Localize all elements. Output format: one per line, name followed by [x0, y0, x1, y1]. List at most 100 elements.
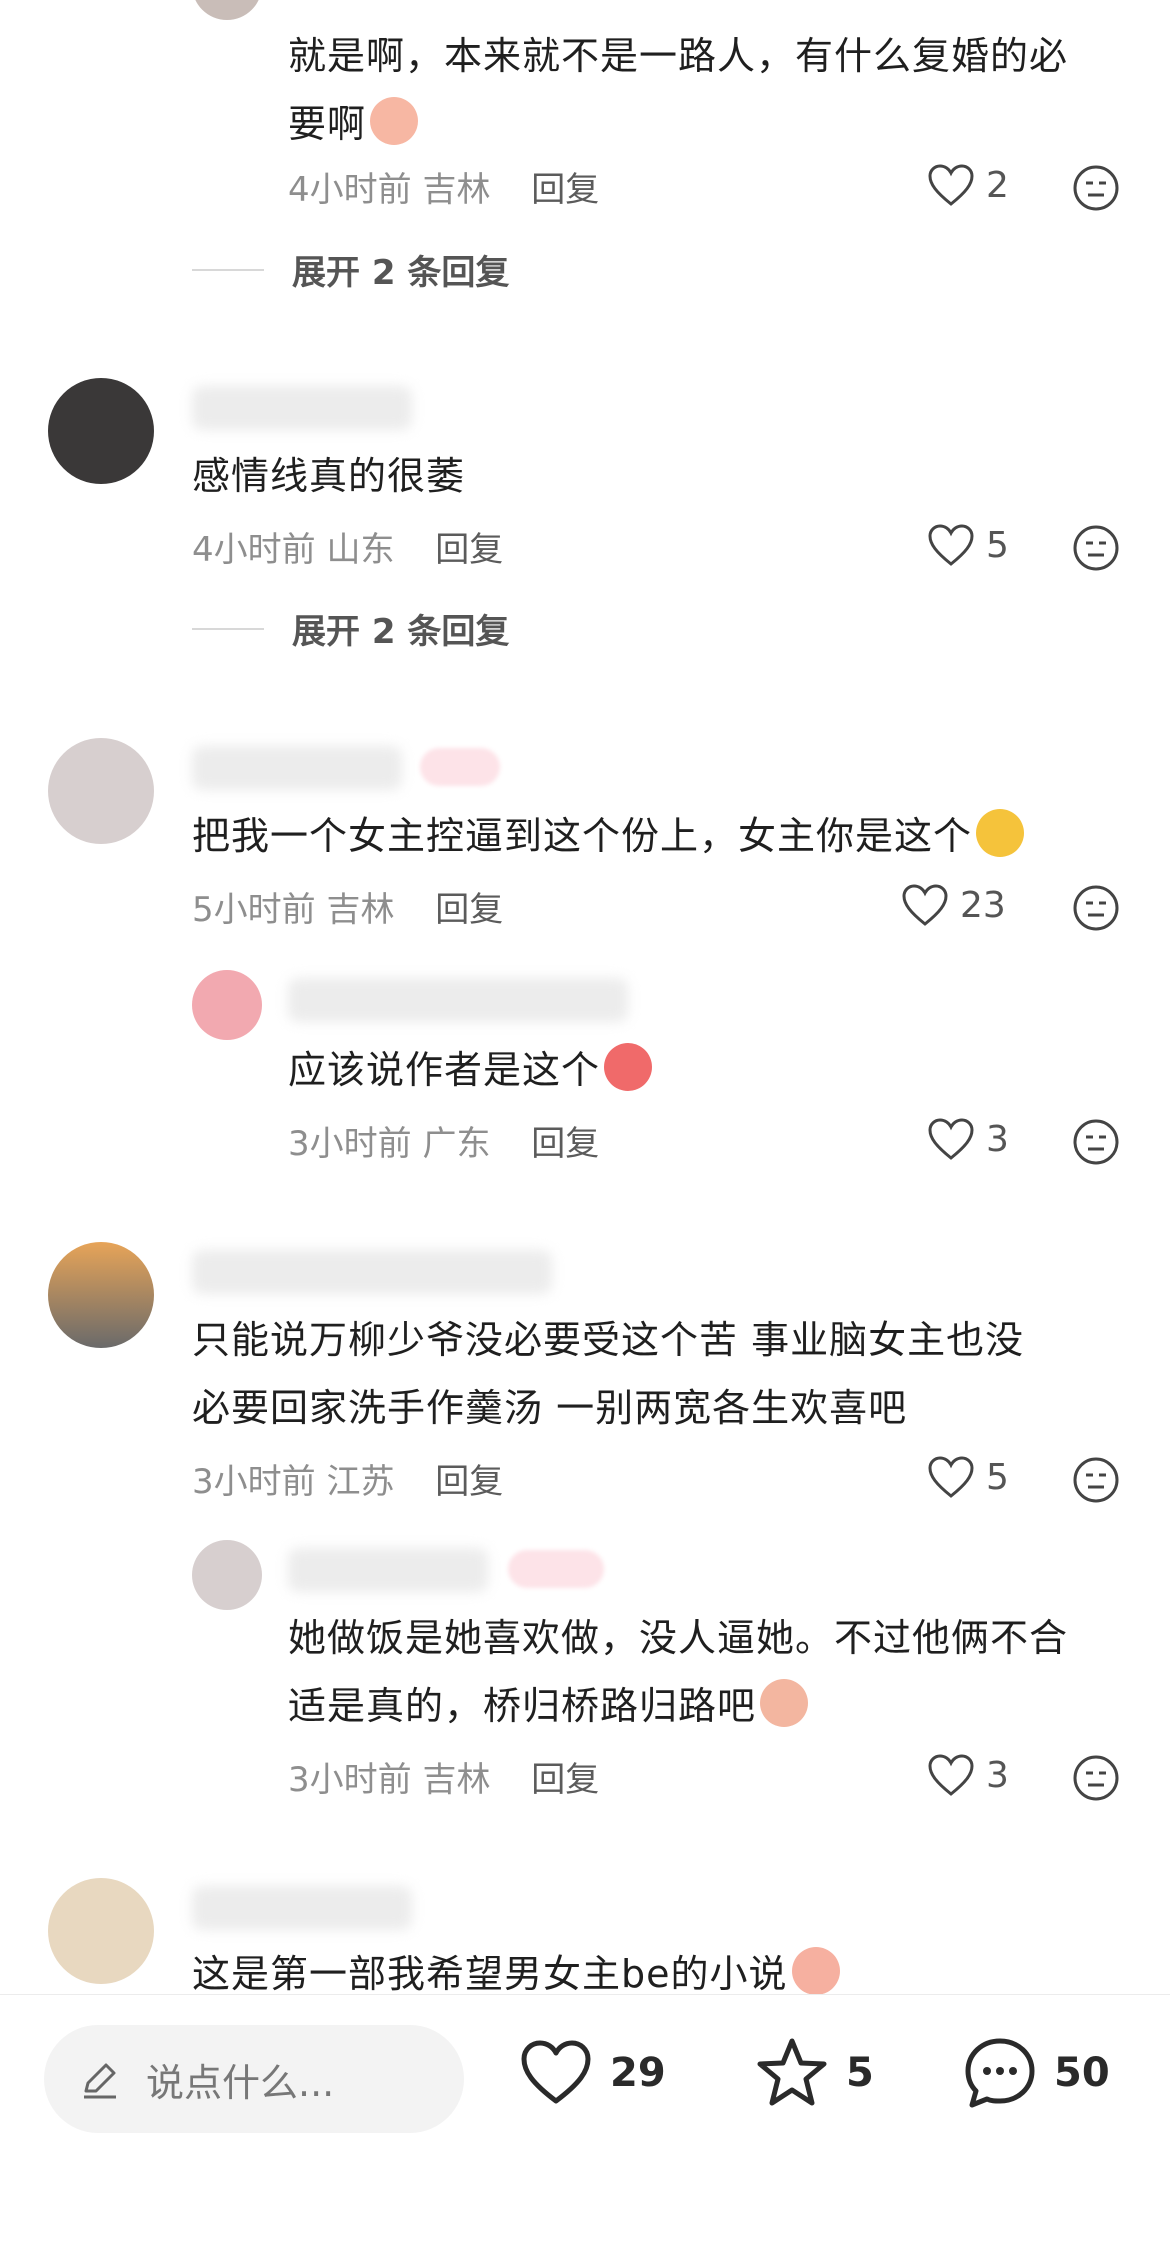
username-blurred[interactable]: [288, 1548, 488, 1592]
expand-replies-label: 展开 2 条回复: [292, 612, 510, 652]
reply-button[interactable]: 回复: [531, 170, 599, 210]
like-post-button[interactable]: 29: [516, 2033, 666, 2113]
expand-replies-button[interactable]: 展开 2 条回复: [192, 245, 509, 294]
smiling-emoji-icon: [791, 1947, 840, 1995]
comment-time: 3小时前: [288, 1760, 412, 1800]
pencil-icon: [84, 2063, 116, 2099]
like-count: 23: [960, 884, 1006, 926]
like-count: 3: [986, 1754, 1009, 1796]
comment-time: 4小时前: [192, 530, 316, 570]
comment-button[interactable]: 50: [960, 2033, 1110, 2113]
comment-meta: 4小时前 山东 回复: [192, 522, 503, 571]
like-count: 3: [986, 1118, 1009, 1160]
comment-location: 吉林: [422, 170, 491, 210]
comment-time: 3小时前: [192, 1462, 316, 1502]
like-count: 2: [986, 164, 1009, 206]
comment-text: 只能说万柳少爷没必要受这个苦 事业脑女主也没 必要回家洗手作羹汤 一别两宽各生欢…: [192, 1306, 1024, 1442]
username-blurred[interactable]: [192, 746, 402, 790]
comment-text-line: 把我一个女主控逼到这个份上，女主你是这个: [192, 814, 973, 858]
like-button[interactable]: 5: [926, 1454, 1009, 1500]
dislike-face-icon[interactable]: [1072, 1456, 1120, 1504]
heart-icon: [928, 164, 974, 206]
comment-text: 感情线真的很萎: [192, 454, 466, 498]
avatar[interactable]: [192, 1540, 262, 1610]
comment-text: 把我一个女主控逼到这个份上，女主你是这个: [192, 802, 1025, 870]
dislike-face-icon[interactable]: [1072, 524, 1120, 572]
like-count: 29: [610, 2050, 666, 2096]
username-blurred[interactable]: [192, 1250, 552, 1294]
comment-location: 吉林: [326, 890, 395, 930]
comment-location: 江苏: [326, 1462, 395, 1502]
reply-button[interactable]: 回复: [435, 530, 503, 570]
like-button[interactable]: 3: [926, 1752, 1009, 1798]
comment-input[interactable]: 说点什么...: [44, 2025, 464, 2133]
comment-text-line: 就是啊，本来就不是一路人，有什么复婚的必: [288, 34, 1069, 78]
comment-location: 广东: [422, 1124, 491, 1164]
expand-replies-button[interactable]: 展开 2 条回复: [192, 604, 509, 653]
avatar[interactable]: [48, 1242, 154, 1348]
comment-text: 应该说作者是这个: [288, 1036, 653, 1104]
author-badge: [420, 748, 500, 786]
dislike-face-icon[interactable]: [1072, 1754, 1120, 1802]
star-icon: [757, 2038, 827, 2106]
avatar[interactable]: [48, 378, 154, 484]
avatar[interactable]: [192, 0, 262, 20]
favorite-button[interactable]: 5: [752, 2033, 874, 2113]
like-button[interactable]: 23: [900, 882, 1006, 928]
username-blurred[interactable]: [192, 1886, 412, 1930]
comment-text-line: 只能说万柳少爷没必要受这个苦 事业脑女主也没: [192, 1318, 1025, 1362]
dislike-face-icon[interactable]: [1072, 884, 1120, 932]
heart-icon: [928, 1118, 974, 1160]
comment-count: 50: [1054, 2050, 1110, 2096]
like-count: 5: [986, 1456, 1009, 1498]
thumbs-up-emoji-icon: [604, 1043, 653, 1091]
divider: [192, 627, 264, 630]
comment-text: 就是啊，本来就不是一路人，有什么复婚的必 要啊: [288, 22, 1068, 158]
crying-emoji-icon: [370, 97, 419, 145]
comment-time: 4小时前: [288, 170, 412, 210]
reply-button[interactable]: 回复: [435, 1462, 503, 1502]
comment-meta: 4小时前 吉林 回复: [288, 162, 599, 211]
heart-icon: [928, 1754, 974, 1796]
comment-text-line: 她做饭是她喜欢做，没人逼她。不过他俩不合: [288, 1616, 1069, 1660]
reply-button[interactable]: 回复: [531, 1124, 599, 1164]
comment-text-line: 要啊: [288, 102, 367, 146]
comment-time: 5小时前: [192, 890, 316, 930]
comment-time: 3小时前: [288, 1124, 412, 1164]
comment-text-line: 应该说作者是这个: [288, 1048, 601, 1092]
avatar[interactable]: [192, 970, 262, 1040]
divider: [192, 268, 264, 271]
comment-meta: 3小时前 江苏 回复: [192, 1454, 503, 1503]
like-button[interactable]: 3: [926, 1116, 1009, 1162]
comment-text-line: 适是真的，桥归桥路归路吧: [288, 1684, 757, 1728]
heart-icon: [902, 884, 948, 926]
author-badge: [508, 1550, 604, 1588]
thumbs-up-emoji-icon: [976, 809, 1025, 857]
comment-meta: 5小时前 吉林 回复: [192, 882, 503, 931]
comment-meta: 3小时前 吉林 回复: [288, 1752, 599, 1801]
comment-input-placeholder: 说点什么...: [146, 2060, 335, 2105]
like-button[interactable]: 2: [926, 162, 1009, 208]
favorite-count: 5: [846, 2050, 874, 2096]
chat-bubble-icon: [965, 2038, 1035, 2108]
username-blurred[interactable]: [192, 386, 412, 430]
heart-icon: [521, 2040, 591, 2104]
expand-replies-label: 展开 2 条回复: [292, 253, 510, 293]
heart-icon: [928, 1456, 974, 1498]
like-button[interactable]: 5: [926, 522, 1009, 568]
username-blurred[interactable]: [288, 978, 628, 1022]
reply-button[interactable]: 回复: [531, 1760, 599, 1800]
like-count: 5: [986, 524, 1009, 566]
comment-text-line: 必要回家洗手作羹汤 一别两宽各生欢喜吧: [192, 1386, 908, 1430]
heart-icon: [928, 524, 974, 566]
comment-location: 吉林: [422, 1760, 491, 1800]
avatar[interactable]: [48, 738, 154, 844]
crying-emoji-icon: [760, 1679, 809, 1727]
avatar[interactable]: [48, 1878, 154, 1984]
reply-button[interactable]: 回复: [435, 890, 503, 930]
comment-text: 她做饭是她喜欢做，没人逼她。不过他俩不合 适是真的，桥归桥路归路吧: [288, 1604, 1068, 1740]
dislike-face-icon[interactable]: [1072, 164, 1120, 212]
comment-text-line: 这是第一部我希望男女主be的小说: [192, 1952, 788, 1996]
comment-meta: 3小时前 广东 回复: [288, 1116, 599, 1165]
dislike-face-icon[interactable]: [1072, 1118, 1120, 1166]
